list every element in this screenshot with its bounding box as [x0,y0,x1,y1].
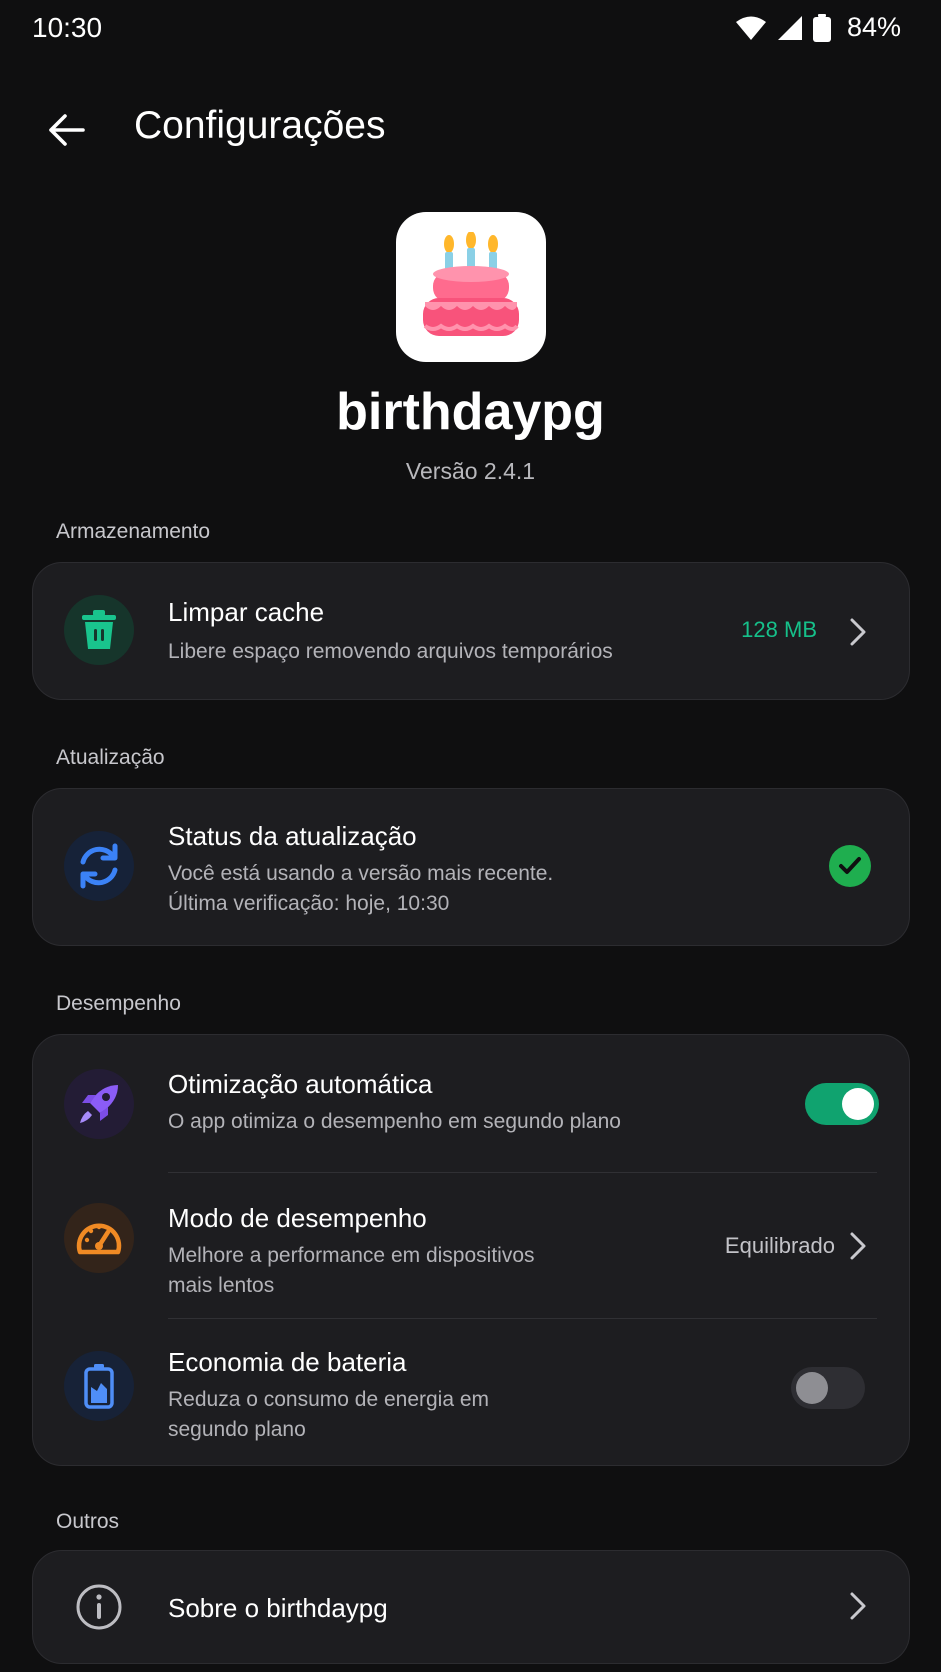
clear-cache-row[interactable]: Limpar cache Libere espaço removendo arq… [33,563,909,699]
performance-card: Otimização automática O app otimiza o de… [32,1034,910,1466]
battery-icon-circle [64,1351,134,1421]
back-button[interactable] [40,104,92,156]
clear-cache-title: Limpar cache [168,597,325,627]
section-label-others: Outros [56,1510,120,1533]
chevron-right-icon [850,1592,866,1620]
battery-icon [84,1364,114,1409]
battery-saver-line1: Reduza o consumo de energia em [168,1388,490,1411]
app-version: Versão 2.4.1 [405,458,536,484]
status-icons: 84% [735,12,901,43]
performance-mode-value: Equilibrado [724,1233,835,1258]
battery-saver-row[interactable]: Economia de bateria Reduza o consumo de … [33,1319,909,1465]
storage-card: Limpar cache Libere espaço removendo arq… [32,562,910,700]
check-icon [829,845,871,887]
section-label-storage: Armazenamento [56,520,211,543]
clear-cache-subtitle: Libere espaço removendo arquivos temporá… [168,640,613,663]
about-title: Sobre o birthdaypg [168,1593,388,1623]
birthday-cake-icon [423,232,519,336]
toggle-knob [842,1088,874,1120]
toggle-knob [796,1372,828,1404]
performance-mode-line2: mais lentos [168,1274,275,1297]
auto-optimization-row[interactable]: Otimização automática O app otimiza o de… [33,1035,909,1173]
performance-mode-row[interactable]: Modo de desempenho Melhore a performance… [33,1173,909,1319]
about-row[interactable]: Sobre o birthdaypg [33,1551,909,1663]
wifi-icon [735,16,766,40]
trash-icon [82,610,116,649]
sync-icon-circle [64,831,134,901]
status-time: 10:30 [32,12,103,43]
update-status-row[interactable]: Status da atualização Você está usando a… [33,789,909,945]
status-bar: 10:30 84% [0,0,941,60]
cache-size-value: 128 MB [741,617,817,642]
info-icon [76,1584,122,1630]
auto-optimization-title: Otimização automática [168,1069,433,1099]
rocket-icon [80,1085,118,1123]
app-icon [396,212,546,362]
others-card: Sobre o birthdaypg [32,1550,910,1664]
update-status-line1: Você está usando a versão mais recente. [168,862,554,885]
update-card: Status da atualização Você está usando a… [32,788,910,946]
speedometer-icon-circle [64,1203,134,1273]
app-name: birthdaypg [336,383,605,441]
rocket-icon-circle [64,1069,134,1139]
auto-optimization-toggle[interactable] [805,1083,879,1125]
info-icon-circle [64,1572,134,1642]
back-arrow-icon [49,114,85,146]
performance-mode-title: Modo de desempenho [168,1203,427,1233]
chevron-right-icon [850,618,866,646]
auto-optimization-subtitle: O app otimiza o desempenho em segundo pl… [168,1110,621,1133]
chevron-right-icon [850,1232,866,1260]
speedometer-icon [76,1223,122,1255]
update-status-title: Status da atualização [168,821,417,851]
battery-saver-line2: segundo plano [168,1418,306,1441]
app-bar: Configurações [0,90,941,160]
battery-saver-title: Economia de bateria [168,1347,407,1377]
battery-status-icon [812,13,831,42]
update-status-line2: Última verificação: hoje, 10:30 [168,892,450,915]
section-label-performance: Desempenho [56,992,181,1015]
trash-icon-circle [64,595,134,665]
performance-mode-line1: Melhore a performance em dispositivos [168,1244,535,1267]
signal-icon [777,15,802,40]
battery-saver-toggle[interactable] [791,1367,865,1409]
page-title: Configurações [134,104,386,147]
battery-percent: 84% [846,12,901,42]
sync-icon [80,843,118,889]
section-label-update: Atualização [56,746,165,769]
